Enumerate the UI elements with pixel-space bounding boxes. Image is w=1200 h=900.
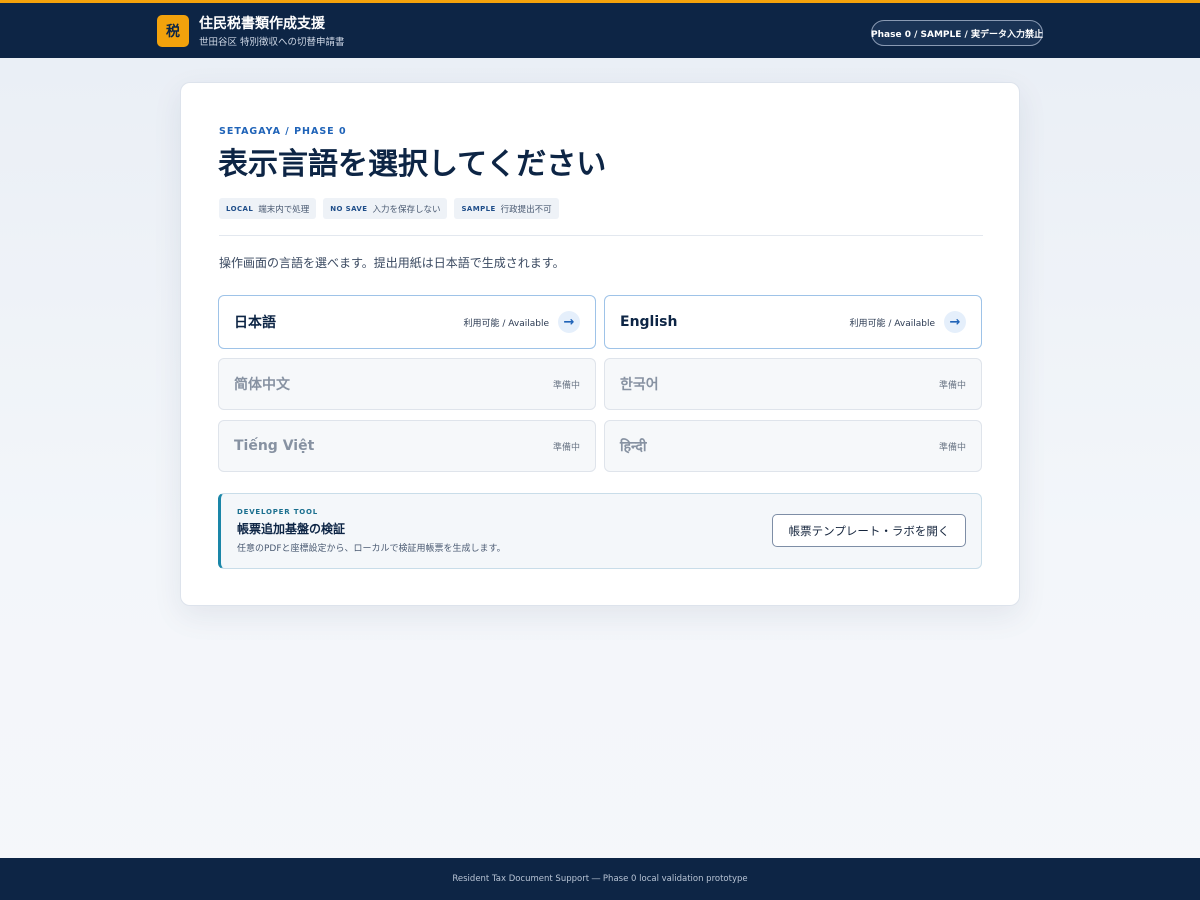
language-status: 準備中 — [938, 442, 966, 453]
language-status: 準備中 — [938, 380, 966, 391]
language-name: English — [620, 314, 678, 330]
tag-code: NO SAVE — [330, 204, 368, 213]
developer-tool-panel: DEVELOPER TOOL 帳票追加基盤の検証 任意のPDFと座標設定から、ロ… — [218, 493, 982, 569]
app-subtitle: 世田谷区 特別徴収への切替申請書 — [199, 37, 345, 48]
language-option-hindi: हिन्दी 準備中 — [604, 420, 982, 472]
language-selection-card: SETAGAYA / PHASE 0 表示言語を選択してください LOCAL 端… — [180, 82, 1020, 606]
tag-text: 端末内で処理 — [258, 204, 310, 215]
top-bar: 税 住民税書類作成支援 世田谷区 特別徴収への切替申請書 Phase 0 / S… — [0, 0, 1200, 58]
language-name: Tiếng Việt — [234, 438, 315, 454]
language-option-simplified-chinese: 简体中文 準備中 — [218, 358, 596, 410]
tag-no-save: NO SAVE 入力を保存しない — [323, 198, 448, 219]
language-status: 利用可能 / Available — [463, 318, 550, 329]
page-eyebrow: SETAGAYA / PHASE 0 — [219, 126, 347, 137]
tag-text: 行政提出不可 — [500, 204, 552, 215]
arrow-right-icon: → — [558, 311, 580, 333]
language-option-vietnamese: Tiếng Việt 準備中 — [218, 420, 596, 472]
arrow-right-icon: → — [944, 311, 966, 333]
footer: Resident Tax Document Support ― Phase 0 … — [0, 858, 1200, 900]
developer-tool-title: 帳票追加基盤の検証 — [237, 522, 346, 536]
language-status: 利用可能 / Available — [849, 318, 936, 329]
language-option-korean: 한국어 準備中 — [604, 358, 982, 410]
app-logo: 税 — [157, 15, 189, 47]
tag-code: SAMPLE — [461, 204, 496, 213]
language-name: 简体中文 — [234, 377, 290, 393]
page-title: 表示言語を選択してください — [218, 147, 607, 182]
language-option-english[interactable]: English 利用可能 / Available → — [604, 295, 982, 349]
phase-badge: Phase 0 / SAMPLE / 実データ入力禁止 — [871, 20, 1043, 46]
app-title: 住民税書類作成支援 — [199, 16, 325, 32]
tag-list: LOCAL 端末内で処理 NO SAVE 入力を保存しない SAMPLE 行政提… — [219, 198, 559, 219]
tag-local: LOCAL 端末内で処理 — [219, 198, 317, 219]
developer-tool-description: 任意のPDFと座標設定から、ローカルで検証用帳票を生成します。 — [237, 544, 506, 554]
language-name: हिन्दी — [620, 438, 647, 455]
tag-text: 入力を保存しない — [372, 204, 441, 215]
developer-tool-eyebrow: DEVELOPER TOOL — [237, 508, 319, 516]
intro-text: 操作画面の言語を選べます。提出用紙は日本語で生成されます。 — [219, 256, 565, 270]
language-status: 準備中 — [552, 380, 580, 391]
language-name: 한국어 — [620, 377, 659, 393]
tag-code: LOCAL — [226, 204, 254, 213]
language-option-japanese[interactable]: 日本語 利用可能 / Available → — [218, 295, 596, 349]
language-status: 準備中 — [552, 442, 580, 453]
tag-sample: SAMPLE 行政提出不可 — [454, 198, 559, 219]
divider — [219, 235, 983, 236]
open-template-lab-button[interactable]: 帳票テンプレート・ラボを開く — [772, 514, 966, 547]
language-name: 日本語 — [234, 315, 276, 331]
